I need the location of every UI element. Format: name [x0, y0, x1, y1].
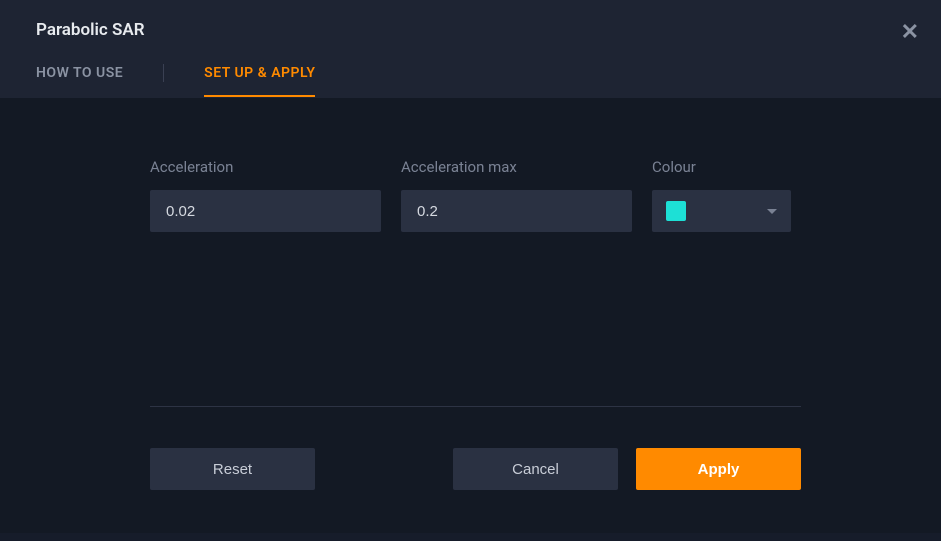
apply-button[interactable]: Apply	[636, 448, 801, 490]
colour-select[interactable]	[652, 190, 791, 232]
cancel-button[interactable]: Cancel	[453, 448, 618, 490]
tab-setup-apply[interactable]: Set up & apply	[204, 65, 315, 97]
close-button[interactable]: ✕	[901, 22, 919, 44]
acceleration-label: Acceleration	[150, 158, 381, 176]
acceleration-max-label: Acceleration max	[401, 158, 632, 176]
reset-button[interactable]: Reset	[150, 448, 315, 490]
field-acceleration-max: Acceleration max	[401, 158, 632, 232]
acceleration-max-input[interactable]	[401, 190, 632, 232]
dialog-title: Parabolic SAR	[36, 20, 921, 40]
footer-right-group: Cancel Apply	[453, 448, 801, 490]
dialog-header: Parabolic SAR ✕ How to use Set up & appl…	[0, 0, 941, 98]
divider	[150, 406, 801, 407]
field-acceleration: Acceleration	[150, 158, 381, 232]
chevron-down-icon	[767, 209, 777, 214]
fields-row: Acceleration Acceleration max Colour	[150, 158, 791, 232]
tabs: How to use Set up & apply	[36, 64, 921, 98]
colour-label: Colour	[652, 158, 791, 176]
dialog-body: Acceleration Acceleration max Colour Res…	[0, 98, 941, 533]
acceleration-input[interactable]	[150, 190, 381, 232]
indicator-settings-dialog: Parabolic SAR ✕ How to use Set up & appl…	[0, 0, 941, 541]
tab-how-to-use[interactable]: How to use	[36, 65, 123, 97]
close-icon: ✕	[901, 20, 919, 45]
tab-separator	[163, 64, 164, 82]
colour-swatch	[666, 201, 686, 221]
footer-buttons: Reset Cancel Apply	[150, 448, 801, 490]
field-colour: Colour	[652, 158, 791, 232]
